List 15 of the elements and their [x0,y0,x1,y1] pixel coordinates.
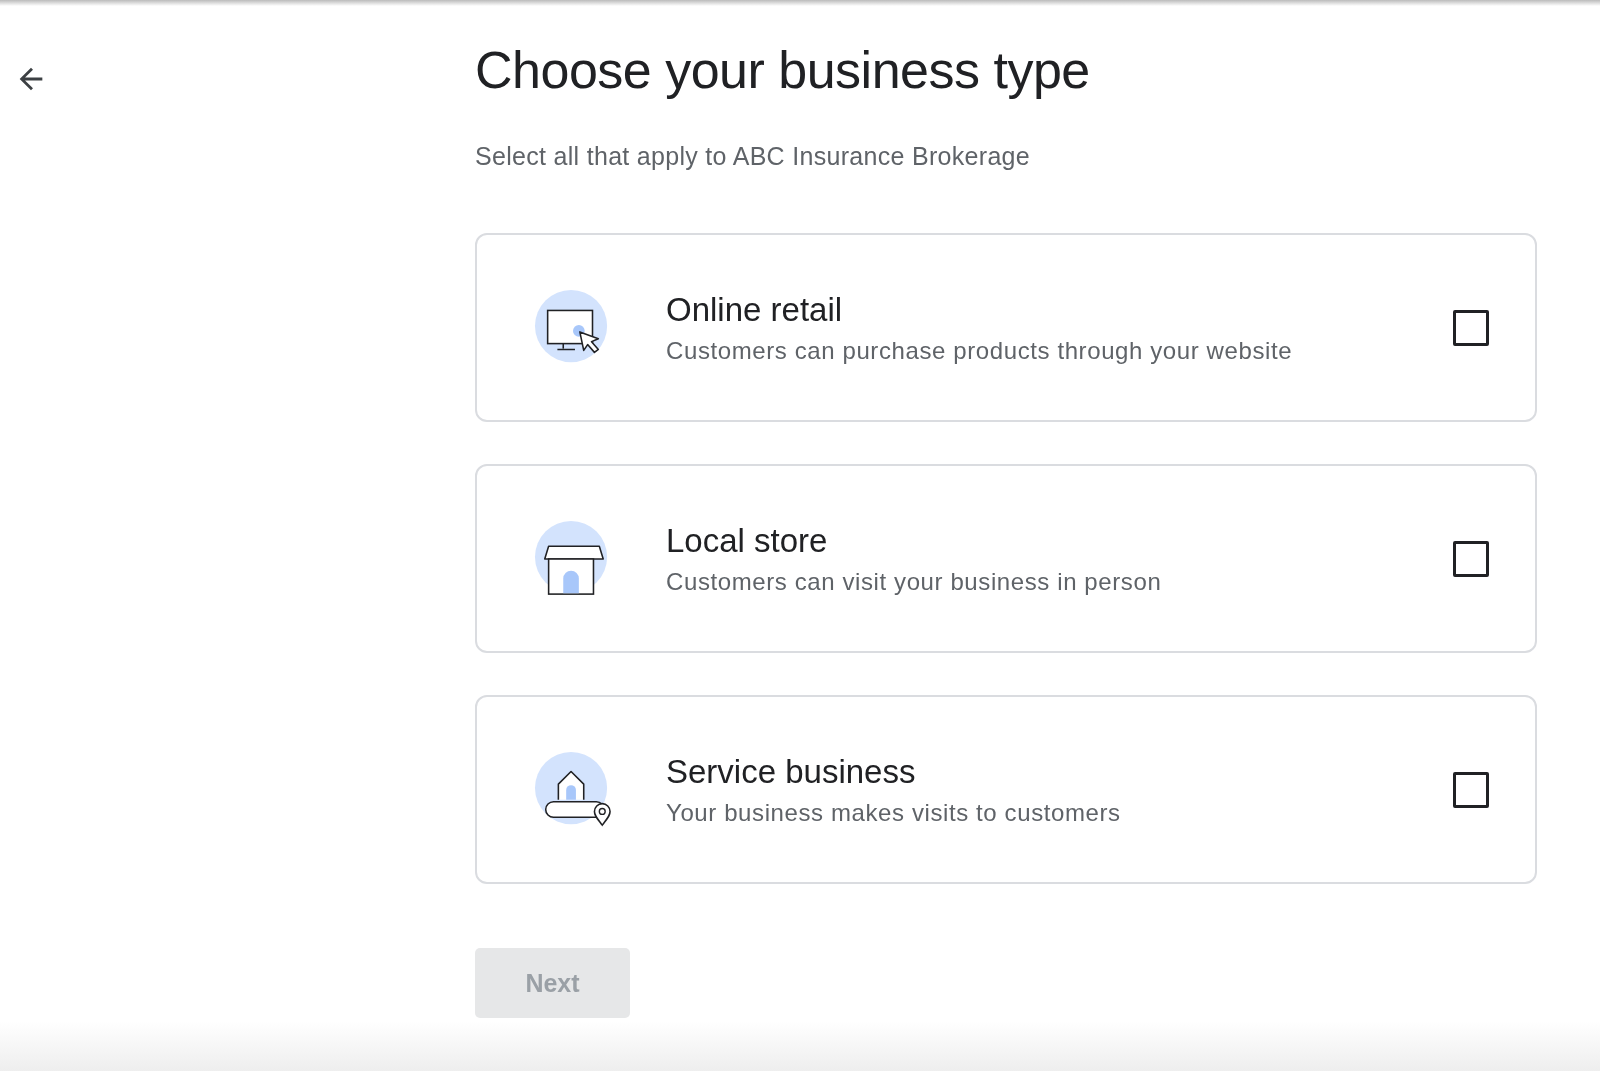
option-description: Customers can visit your business in person [666,567,1163,596]
checkbox[interactable] [1453,771,1489,808]
option-description: Customers can purchase products through your website [666,336,1294,365]
option-card[interactable]: Local store Customers can visit your business in person [475,464,1537,653]
option-card[interactable]: Online retail Customers can purchase products through your website [475,233,1537,422]
option-title: Service business [666,752,917,791]
option-card[interactable]: Service business Your business makes visits to customers [475,695,1537,884]
option-title: Online retail [666,290,844,329]
option-title: Local store [666,521,829,560]
checkbox[interactable] [1453,540,1489,577]
page-title: Choose your business type [475,40,1091,101]
option-description: Your business makes visits to customers [666,798,1122,827]
checkbox[interactable] [1453,309,1489,346]
house-location-icon [534,750,612,829]
page-subtitle: Select all that apply to ABC Insurance Brokerage [475,142,1031,171]
